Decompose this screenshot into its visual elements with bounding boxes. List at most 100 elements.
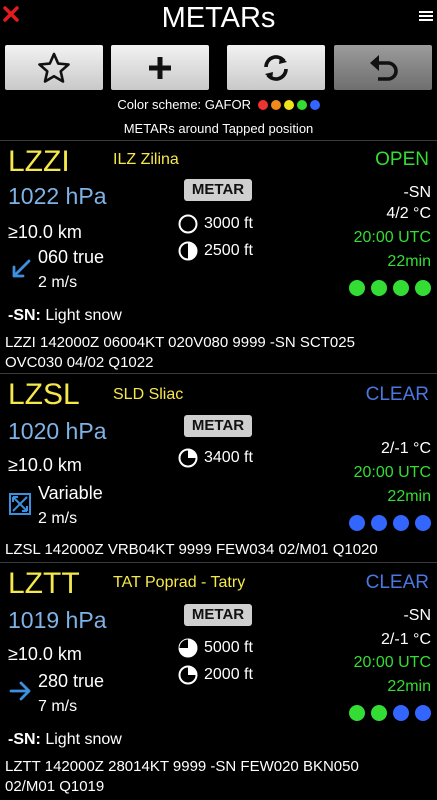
cloud-altitude: 3000 ft bbox=[204, 215, 253, 232]
observation-age: 22min bbox=[387, 488, 431, 505]
star-icon bbox=[38, 52, 70, 83]
status-dot bbox=[415, 705, 431, 721]
raw-metar-line: 02/M01 Q1019 bbox=[5, 778, 105, 795]
scheme-color-dot bbox=[283, 100, 294, 110]
status-dots bbox=[349, 515, 431, 531]
wind-direction: Variable bbox=[38, 483, 103, 503]
raw-metar-line: LZSL 142000Z VRB04KT 9999 FEW034 02/M01 … bbox=[5, 541, 378, 558]
visibility: ≥10.0 km bbox=[8, 455, 82, 475]
cloud-altitude: 5000 ft bbox=[204, 639, 253, 656]
temperature: 2/-1 °C bbox=[381, 631, 431, 648]
refresh-button[interactable] bbox=[227, 45, 325, 90]
wind-speed: 7 m/s bbox=[38, 698, 78, 715]
variable-wind-icon bbox=[9, 493, 31, 515]
pressure: 1019 hPa bbox=[8, 607, 107, 633]
status-dot bbox=[415, 280, 431, 296]
observation-age: 22min bbox=[387, 678, 431, 695]
metar-badge: METAR bbox=[184, 179, 252, 201]
raw-metar-line: LZZI 142000Z 06004KT 020V080 9999 -SN SC… bbox=[5, 334, 355, 351]
weather-description-text: Light snow bbox=[40, 731, 122, 748]
wind-direction: 280 true bbox=[38, 671, 105, 691]
wind-direction: 060 true bbox=[38, 247, 105, 267]
cloud-altitude: 2000 ft bbox=[204, 666, 253, 683]
plus-icon bbox=[149, 56, 171, 79]
status-dots bbox=[349, 280, 431, 296]
status-dot bbox=[349, 280, 365, 296]
temperature: 2/-1 °C bbox=[381, 440, 431, 457]
observation-age: 22min bbox=[387, 253, 431, 270]
status-dot bbox=[393, 280, 409, 296]
weather-description-code: -SN: bbox=[8, 307, 41, 324]
raw-metar: LZTT 142000Z 28014KT 9999 -SN FEW020 BKN… bbox=[5, 757, 435, 797]
scheme-color-dot bbox=[257, 100, 268, 110]
scheme-color-dot bbox=[296, 100, 307, 110]
wind-speed: 2 m/s bbox=[38, 510, 78, 527]
wind-speed: 2 m/s bbox=[38, 274, 78, 291]
raw-metar-line: LZTT 142000Z 28014KT 9999 -SN FEW020 BKN… bbox=[5, 758, 359, 775]
weather-description: -SN: Light snow bbox=[8, 731, 122, 749]
raw-metar-line: OVC030 04/02 Q1022 bbox=[5, 354, 154, 371]
add-button[interactable] bbox=[111, 45, 209, 90]
flight-category: OPEN bbox=[375, 149, 429, 170]
app-title: METARs bbox=[161, 2, 276, 34]
flight-category: CLEAR bbox=[365, 572, 429, 593]
cloud-altitude: 3400 ft bbox=[204, 449, 253, 466]
metar-badge: METAR bbox=[184, 415, 252, 437]
cloud-half-icon bbox=[178, 241, 198, 261]
metar-badge: METAR bbox=[184, 604, 252, 626]
visibility: ≥10.0 km bbox=[8, 644, 82, 664]
cloud-altitude: 2500 ft bbox=[204, 242, 253, 259]
color-scheme-label: Color scheme: GAFOR bbox=[117, 97, 252, 112]
visibility: ≥10.0 km bbox=[8, 222, 82, 242]
weather-description-text: Light snow bbox=[40, 307, 122, 324]
color-scheme: Color scheme: GAFOR bbox=[0, 97, 437, 112]
scheme-color-dot bbox=[270, 100, 281, 110]
station-card-lztt[interactable]: LZTT TAT Poprad - Tatry CLEAR 1019 hPa M… bbox=[0, 563, 437, 800]
station-name: SLD Sliac bbox=[113, 386, 184, 403]
status-dot bbox=[371, 515, 387, 531]
flight-category: CLEAR bbox=[365, 384, 429, 405]
station-icao: LZZI bbox=[8, 145, 70, 178]
status-dot bbox=[371, 280, 387, 296]
cloud-few-icon bbox=[178, 214, 198, 234]
station-name: ILZ Zilina bbox=[113, 151, 179, 168]
raw-metar: LZSL 142000Z VRB04KT 9999 FEW034 02/M01 … bbox=[5, 540, 435, 560]
metars-around-label: METARs around Tapped position bbox=[123, 121, 314, 136]
station-name: TAT Poprad - Tatry bbox=[113, 574, 246, 591]
cloud-few-icon bbox=[178, 448, 198, 468]
wind-direction-arrow-icon bbox=[9, 681, 31, 701]
observation-time: 20:00 UTC bbox=[353, 229, 431, 246]
back-button[interactable] bbox=[334, 45, 432, 90]
status-dots bbox=[349, 705, 431, 721]
scheme-color-dot bbox=[309, 100, 320, 110]
station-icao: LZSL bbox=[8, 378, 80, 411]
station-card-lzzi[interactable]: LZZI ILZ Zilina OPEN 1022 hPa METAR -SN … bbox=[0, 141, 437, 373]
status-dot bbox=[415, 515, 431, 531]
observation-time: 20:00 UTC bbox=[353, 654, 431, 671]
status-dot bbox=[393, 515, 409, 531]
cloud-few-icon bbox=[178, 665, 198, 685]
pressure: 1022 hPa bbox=[8, 183, 107, 209]
undo-icon bbox=[370, 54, 398, 81]
status-dot bbox=[371, 705, 387, 721]
station-card-lzsl[interactable]: LZSL SLD Sliac CLEAR 1020 hPa METAR 3400… bbox=[0, 374, 437, 562]
app-bar: METARs bbox=[0, 0, 437, 40]
favorite-button[interactable] bbox=[5, 45, 103, 90]
temperature: 4/2 °C bbox=[386, 205, 431, 222]
menu-icon[interactable] bbox=[419, 11, 433, 21]
raw-metar: LZZI 142000Z 06004KT 020V080 9999 -SN SC… bbox=[5, 333, 435, 373]
weather-description-code: -SN: bbox=[8, 731, 41, 748]
refresh-icon bbox=[264, 54, 288, 81]
weather-code: -SN bbox=[403, 607, 431, 624]
status-dot bbox=[349, 705, 365, 721]
weather-description: -SN: Light snow bbox=[8, 307, 122, 325]
weather-code: -SN bbox=[403, 184, 431, 201]
wind-direction-arrow-icon bbox=[12, 259, 31, 278]
cloud-broken-icon bbox=[178, 638, 198, 658]
station-icao: LZTT bbox=[8, 567, 80, 600]
observation-time: 20:00 UTC bbox=[353, 464, 431, 481]
pressure: 1020 hPa bbox=[8, 418, 107, 444]
color-scheme-dots bbox=[255, 97, 320, 112]
status-dot bbox=[393, 705, 409, 721]
status-dot bbox=[349, 515, 365, 531]
